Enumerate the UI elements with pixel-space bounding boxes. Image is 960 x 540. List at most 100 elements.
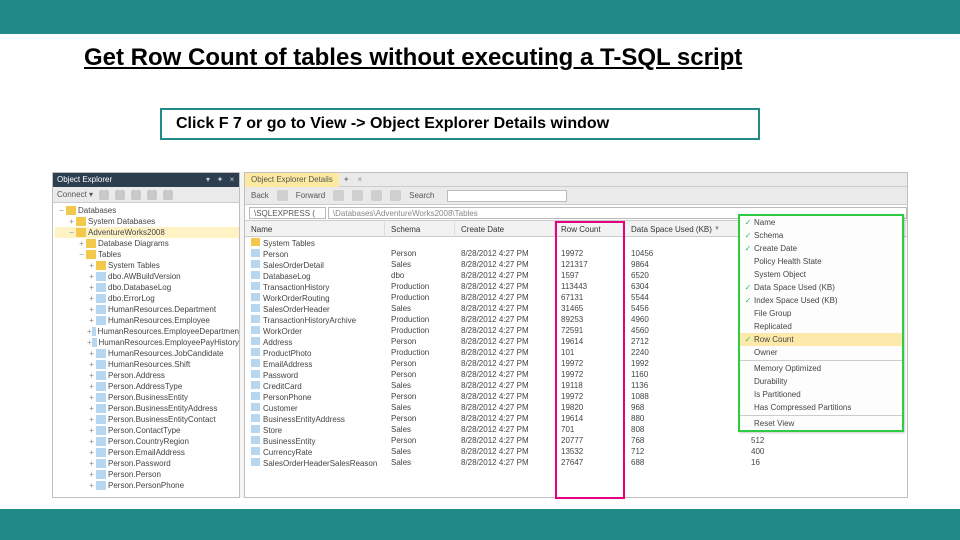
forward-button[interactable]: Forward [296, 191, 325, 200]
tree-node[interactable]: +dbo.AWBuildVersion [55, 271, 239, 282]
tree-node[interactable]: +Person.AddressType [55, 381, 239, 392]
pin-icon[interactable]: ✦ [215, 173, 225, 187]
tree-node[interactable]: +HumanResources.Employee [55, 315, 239, 326]
expand-icon[interactable]: + [67, 216, 76, 227]
tree-node[interactable]: +Person.EmailAddress [55, 447, 239, 458]
tree-node[interactable]: +HumanResources.JobCandidate [55, 348, 239, 359]
tree-node[interactable]: +Person.BusinessEntity [55, 392, 239, 403]
context-menu-item[interactable]: Owner [740, 346, 902, 359]
toolbar-icon[interactable] [115, 190, 125, 200]
expand-icon[interactable]: − [77, 249, 86, 260]
expand-icon[interactable]: + [87, 458, 96, 469]
tree-node[interactable]: +dbo.ErrorLog [55, 293, 239, 304]
expand-icon[interactable]: + [87, 293, 96, 304]
check-icon: ✓ [742, 231, 754, 240]
tree-node[interactable]: +Person.Password [55, 458, 239, 469]
toolbar-icon[interactable] [390, 190, 401, 201]
expand-icon[interactable]: + [87, 447, 96, 458]
tree-node[interactable]: +Person.BusinessEntityContact [55, 414, 239, 425]
tree-node[interactable]: + Person.PersonPhone [55, 480, 239, 491]
expand-icon[interactable]: + [87, 414, 96, 425]
context-menu-item[interactable]: ✓Row Count [740, 333, 902, 346]
context-menu-item[interactable]: ✓Schema [740, 229, 902, 242]
tree-node[interactable]: +HumanResources.EmployeePayHistory [55, 337, 239, 348]
expand-icon[interactable]: − [57, 205, 66, 216]
expand-icon[interactable]: + [87, 282, 96, 293]
expand-icon[interactable]: + [87, 381, 96, 392]
context-menu-item[interactable]: ✓Index Space Used (KB) [740, 294, 902, 307]
object-explorer-tree[interactable]: −Databases+System Databases−AdventureWor… [53, 203, 239, 491]
context-menu-item[interactable]: Policy Health State [740, 255, 902, 268]
context-menu-item[interactable]: Durability [740, 375, 902, 388]
tree-node[interactable]: +Person.CountryRegion [55, 436, 239, 447]
table-row[interactable]: SalesOrderHeaderSalesReasonSales8/28/201… [245, 457, 907, 468]
expand-icon[interactable]: + [87, 359, 96, 370]
toolbar-icon[interactable] [147, 190, 157, 200]
tree-node[interactable]: +dbo.DatabaseLog [55, 282, 239, 293]
expand-icon[interactable]: + [87, 260, 96, 271]
expand-icon[interactable]: + [87, 425, 96, 436]
tree-node[interactable]: +Person.ContactType [55, 425, 239, 436]
tree-label: Person.Person [108, 469, 161, 480]
details-tab[interactable]: Object Explorer Details [245, 173, 339, 187]
back-icon[interactable] [277, 190, 288, 201]
tree-node[interactable]: −Tables [55, 249, 239, 260]
context-menu-item[interactable]: ✓Data Space Used (KB) [740, 281, 902, 294]
toolbar-icon[interactable] [371, 190, 382, 201]
col-name[interactable]: Name [245, 221, 385, 237]
tree-label: Person.PersonPhone [108, 480, 184, 491]
context-menu-item[interactable]: File Group [740, 307, 902, 320]
expand-icon[interactable]: + [87, 348, 96, 359]
expand-icon[interactable]: + [87, 271, 96, 282]
col-row-count[interactable]: Row Count [555, 221, 625, 237]
expand-icon[interactable]: + [87, 436, 96, 447]
expand-icon[interactable]: + [87, 304, 96, 315]
col-schema[interactable]: Schema [385, 221, 455, 237]
context-menu-item[interactable]: Replicated [740, 320, 902, 333]
tree-node[interactable]: +HumanResources.EmployeeDepartmen [55, 326, 239, 337]
expand-icon[interactable]: − [67, 227, 76, 238]
tree-node[interactable]: −Databases [55, 205, 239, 216]
tree-node[interactable]: +Database Diagrams [55, 238, 239, 249]
expand-icon[interactable]: + [87, 370, 96, 381]
back-button[interactable]: Back [251, 191, 269, 200]
toolbar-icon[interactable] [352, 190, 363, 201]
tree-node[interactable]: + Person.Person [55, 469, 239, 480]
close-icon[interactable]: × [227, 173, 237, 187]
pin-icon[interactable]: ✦ [339, 175, 354, 184]
tree-node[interactable]: +System Tables [55, 260, 239, 271]
tree-node[interactable]: +HumanResources.Department [55, 304, 239, 315]
search-input[interactable] [447, 190, 567, 202]
toolbar-icon[interactable] [131, 190, 141, 200]
expand-icon[interactable]: + [87, 315, 96, 326]
col-create-date[interactable]: Create Date [455, 221, 555, 237]
col-data-space[interactable]: Data Space Used (KB) [625, 221, 745, 237]
context-menu-item[interactable]: Reset View [740, 417, 902, 430]
tree-node[interactable]: −AdventureWorks2008 [55, 227, 239, 238]
tree-node[interactable]: +Person.Address [55, 370, 239, 381]
context-menu-item[interactable]: ✓Name [740, 216, 902, 229]
context-menu-item[interactable]: Is Partitioned [740, 388, 902, 401]
tree-node[interactable]: +Person.BusinessEntityAddress [55, 403, 239, 414]
server-dropdown[interactable]: \SQLEXPRESS ( [249, 207, 326, 219]
table-row[interactable]: CurrencyRateSales8/28/2012 4:27 PM135327… [245, 446, 907, 457]
connect-button[interactable]: Connect ▾ [57, 190, 93, 199]
expand-icon[interactable]: + [87, 392, 96, 403]
expand-icon[interactable]: + [87, 403, 96, 414]
toolbar-icon[interactable] [333, 190, 344, 201]
table-row[interactable]: BusinessEntityPerson8/28/2012 4:27 PM207… [245, 435, 907, 446]
tree-node[interactable]: +HumanResources.Shift [55, 359, 239, 370]
context-menu-item[interactable]: Memory Optimized [740, 362, 902, 375]
dropdown-icon[interactable]: ▾ [203, 173, 213, 187]
context-menu-item[interactable]: ✓Create Date [740, 242, 902, 255]
context-menu-item[interactable]: System Object [740, 268, 902, 281]
column-context-menu[interactable]: ✓Name✓Schema✓Create DatePolicy Health St… [738, 214, 904, 432]
expand-icon[interactable]: + [87, 469, 96, 480]
context-menu-item[interactable]: Has Compressed Partitions [740, 401, 902, 414]
expand-icon[interactable]: + [77, 238, 86, 249]
tree-node[interactable]: +System Databases [55, 216, 239, 227]
toolbar-icon[interactable] [99, 190, 109, 200]
close-icon[interactable]: × [354, 175, 367, 184]
toolbar-icon[interactable] [163, 190, 173, 200]
expand-icon[interactable]: + [87, 480, 96, 491]
